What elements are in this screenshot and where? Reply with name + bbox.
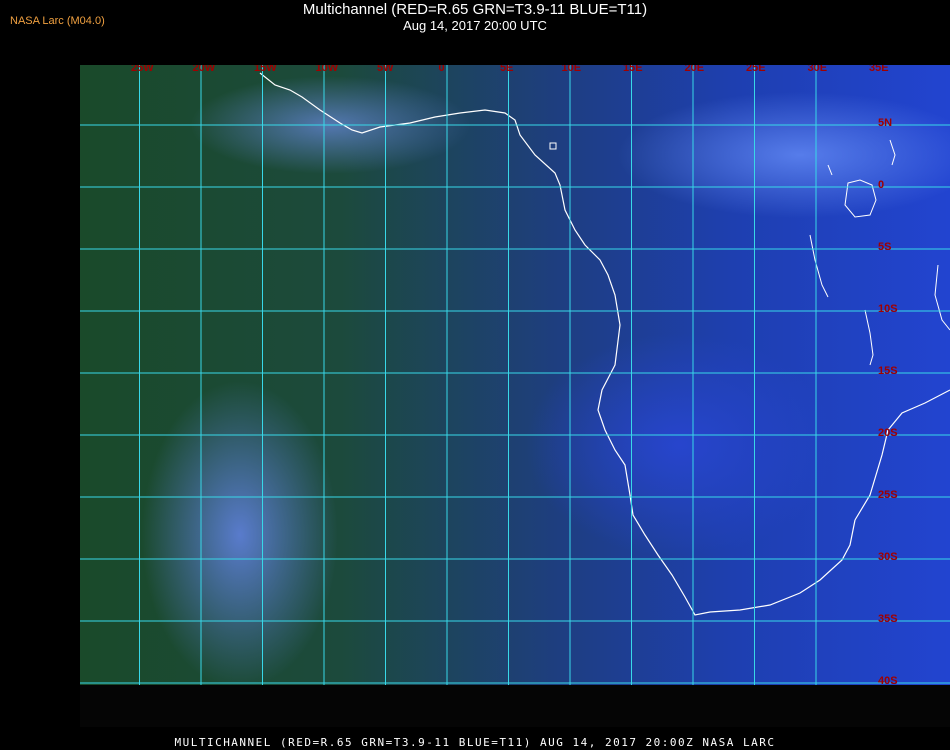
lat-label: 30S — [878, 551, 898, 563]
lat-label: 5N — [878, 117, 893, 129]
lon-label: 5E — [500, 65, 514, 74]
footer-caption: MULTICHANNEL (RED=R.65 GRN=T3.9-11 BLUE=… — [174, 736, 776, 749]
lon-label: 25E — [746, 65, 766, 74]
lon-label: 15W — [254, 65, 277, 74]
lat-label: 20S — [878, 427, 898, 439]
lon-label: 25W — [131, 65, 154, 74]
satellite-image: 25W 20W 15W 10W 5W 0 5E 10E 15E 20E 25E 30E 35E 5N 0 5S… — [80, 65, 950, 685]
lat-label: 0 — [878, 179, 885, 191]
map-datetime: Aug 14, 2017 20:00 UTC — [403, 18, 547, 33]
lon-label: 10W — [315, 65, 339, 74]
lon-label: 0 — [438, 65, 445, 74]
credit-label: NASA Larc (M04.0) — [10, 15, 105, 27]
lat-label: 15S — [878, 365, 898, 377]
lat-label: 35S — [878, 613, 898, 625]
lon-label: 10E — [561, 65, 582, 74]
lon-label: 35E — [869, 65, 889, 74]
lat-lon-grid — [80, 65, 950, 685]
map-title: Multichannel (RED=R.65 GRN=T3.9-11 BLUE=… — [302, 1, 648, 18]
image-border — [80, 685, 950, 727]
lon-label: 20E — [684, 65, 705, 74]
lon-label: 30E — [807, 65, 828, 74]
lat-label: 40S — [878, 675, 898, 685]
lat-label: 5S — [878, 241, 892, 253]
lat-label: 10S — [878, 303, 898, 315]
lat-label: 25S — [878, 489, 898, 501]
lon-label: 20W — [192, 65, 216, 74]
lon-label: 15E — [623, 65, 643, 74]
lon-label: 5W — [377, 65, 394, 74]
